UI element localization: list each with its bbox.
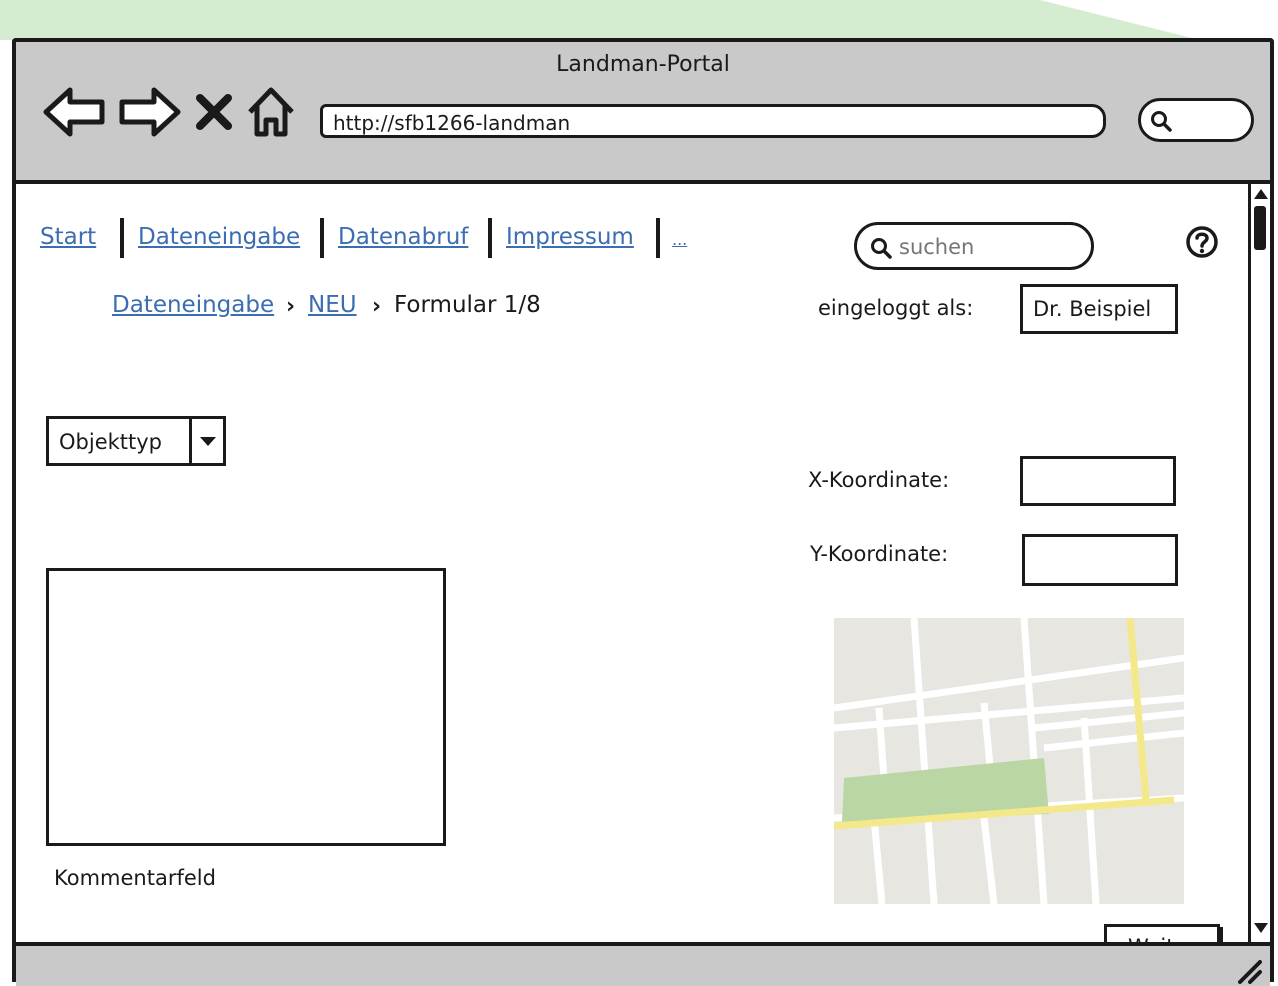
user-name-box[interactable]: Dr. Beispiel [1020, 284, 1178, 334]
stop-icon[interactable] [194, 92, 234, 132]
nav-separator [656, 218, 660, 258]
address-bar[interactable]: http://sfb1266-landman [320, 104, 1106, 138]
page-search-box[interactable] [854, 222, 1094, 270]
breadcrumb-item-neu[interactable]: NEU [308, 292, 357, 318]
logged-in-label: eingeloggt als: [818, 296, 974, 320]
forward-arrow-icon[interactable] [116, 84, 182, 140]
comment-label: Kommentarfeld [54, 866, 216, 890]
home-icon[interactable] [246, 84, 296, 140]
window-title: Landman-Portal [556, 52, 730, 77]
nav-separator [120, 218, 124, 258]
page-content: Start Dateneingabe Datenabruf Impressum … [16, 184, 1252, 970]
browser-statusbar [16, 942, 1270, 986]
user-name: Dr. Beispiel [1033, 297, 1152, 321]
browser-titlebar: Landman-Portal http://sfb1266-landman [16, 42, 1270, 184]
background-band [0, 0, 1278, 40]
scrollbar-thumb[interactable] [1254, 206, 1266, 250]
breadcrumb-item-dateneingabe[interactable]: Dateneingabe [112, 292, 274, 318]
object-type-value: Objekttyp [59, 430, 163, 454]
nav-separator [320, 218, 324, 258]
breadcrumb-chevron-icon: › [372, 294, 382, 319]
scroll-down-icon[interactable] [1252, 920, 1270, 936]
vertical-scrollbar[interactable] [1248, 184, 1270, 942]
search-icon [1151, 111, 1172, 132]
nav-link-more[interactable]: ... [672, 230, 687, 249]
scroll-up-icon[interactable] [1252, 186, 1270, 202]
x-coordinate-label: X-Koordinate: [808, 468, 950, 492]
nav-link-dateneingabe[interactable]: Dateneingabe [138, 224, 300, 250]
y-coordinate-label: Y-Koordinate: [810, 542, 949, 566]
search-icon [871, 238, 892, 259]
background-shape [0, 0, 1200, 40]
x-coordinate-field[interactable] [1020, 456, 1176, 506]
breadcrumb-item-current: Formular 1/8 [394, 292, 541, 318]
search-input[interactable] [897, 231, 1081, 263]
browser-search-box[interactable] [1138, 98, 1254, 142]
comment-textarea[interactable] [46, 568, 446, 846]
browser-window: Landman-Portal http://sfb1266-landman St… [12, 38, 1274, 986]
breadcrumb-chevron-icon: › [286, 294, 296, 319]
nav-link-impressum[interactable]: Impressum [506, 224, 634, 250]
nav-link-datenabruf[interactable]: Datenabruf [338, 224, 468, 250]
help-icon[interactable] [1184, 224, 1220, 260]
select-divider [189, 419, 192, 463]
url-text: http://sfb1266-landman [333, 111, 571, 135]
back-arrow-icon[interactable] [42, 84, 108, 140]
chevron-down-icon[interactable] [197, 431, 219, 451]
nav-separator [488, 218, 492, 258]
nav-link-start[interactable]: Start [40, 224, 96, 250]
object-type-select[interactable]: Objekttyp [46, 416, 226, 466]
map-view[interactable] [834, 618, 1184, 904]
y-coordinate-field[interactable] [1022, 534, 1178, 586]
